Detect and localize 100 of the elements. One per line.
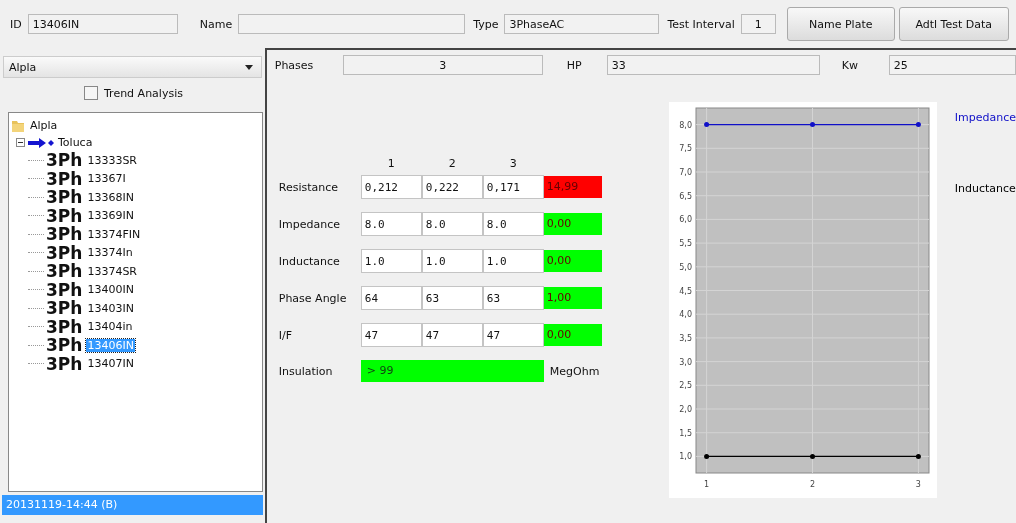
row-label: I/F <box>278 328 294 342</box>
tree-item[interactable]: 13367I <box>86 172 127 186</box>
phases-label: Phases <box>274 58 315 72</box>
deviation-cell: 0,00 <box>543 213 602 235</box>
y-tick-label: 6,0 <box>679 215 692 225</box>
hp-field: 33 <box>606 55 820 75</box>
site-dropdown[interactable]: Alpla <box>3 56 262 78</box>
data-point <box>809 122 815 128</box>
tree-item[interactable]: Toluca <box>57 136 94 149</box>
motor-type-label: 3Ph <box>46 318 83 335</box>
type-field[interactable]: 3PhaseAC <box>504 14 660 34</box>
tree-item[interactable]: 13374FIN <box>86 227 142 241</box>
value-field[interactable]: 8.0 <box>360 212 422 236</box>
y-tick-label: 3,5 <box>679 333 692 343</box>
column-heading: 1 <box>386 157 396 170</box>
folder-icon <box>11 118 25 133</box>
data-point <box>703 453 709 459</box>
y-tick-label: 3,0 <box>679 357 692 367</box>
legend-label: Impedance <box>954 111 1016 124</box>
row-label: Inductance <box>278 254 341 268</box>
motor-type-label: 3Ph <box>46 170 83 187</box>
y-tick-label: 2,5 <box>679 381 692 391</box>
motor-type-label: 3Ph <box>46 189 83 206</box>
tree-item[interactable]: 13403IN <box>86 301 135 315</box>
value-field[interactable]: 47 <box>482 323 544 347</box>
trend-analysis-checkbox[interactable] <box>84 86 98 100</box>
value-field[interactable]: 8.0 <box>482 212 544 236</box>
legend-label: Inductance <box>954 182 1016 195</box>
value-field[interactable]: 1.0 <box>360 249 422 273</box>
value-field[interactable]: 1.0 <box>421 249 483 273</box>
name-label: Name <box>199 17 233 31</box>
insulation-label: Insulation <box>278 364 334 378</box>
y-tick-label: 1,0 <box>679 452 692 462</box>
test-interval-field[interactable]: 1 <box>740 14 776 34</box>
type-label: Type <box>473 17 499 31</box>
value-field[interactable]: 0,222 <box>421 175 483 199</box>
kw-label: Kw <box>841 58 859 72</box>
value-field[interactable]: 47 <box>421 323 483 347</box>
data-point <box>915 122 921 128</box>
tree-item[interactable]: 13369IN <box>86 209 135 223</box>
value-field[interactable]: 47 <box>360 323 422 347</box>
x-tick-label: 3 <box>915 480 921 489</box>
motor-type-label: 3Ph <box>46 263 83 280</box>
y-tick-label: 8,0 <box>679 120 692 130</box>
unit-label: MegOhm <box>548 364 601 378</box>
data-point <box>703 122 709 128</box>
value-field[interactable]: 0,212 <box>360 175 422 199</box>
row-label: Resistance <box>278 180 340 194</box>
value-field[interactable]: 63 <box>482 286 544 310</box>
tree-item[interactable]: 13407IN <box>86 357 135 371</box>
value-field[interactable]: 1.0 <box>482 249 544 273</box>
toolbar-button[interactable]: Adtl Test Data <box>898 7 1009 41</box>
kw-field: 25 <box>888 55 1016 75</box>
y-tick-label: 2,0 <box>679 405 692 414</box>
column-heading: 2 <box>447 157 457 170</box>
id-field[interactable]: 13406IN <box>27 14 178 34</box>
tree-item[interactable]: 13400IN <box>86 283 135 297</box>
value-field[interactable]: 63 <box>421 286 483 310</box>
x-tick-label: 2 <box>809 480 815 489</box>
tree-item[interactable]: 13333SR <box>86 153 138 167</box>
y-tick-label: 7,5 <box>679 144 692 154</box>
motor-type-label: 3Ph <box>46 207 83 224</box>
row-label: Impedance <box>278 217 341 231</box>
y-tick-label: 4,5 <box>679 286 692 296</box>
name-field[interactable] <box>238 14 466 34</box>
y-tick-label: 5,5 <box>679 239 692 249</box>
motor-type-label: 3Ph <box>46 355 83 372</box>
motor-type-label: 3Ph <box>46 244 83 261</box>
toolbar-button[interactable]: Name Plate <box>786 7 895 41</box>
motor-type-label: 3Ph <box>46 300 83 317</box>
tree-item[interactable]: Alpla <box>29 119 59 132</box>
value-field[interactable]: 8.0 <box>421 212 483 236</box>
dropdown-arrow-icon <box>244 64 253 70</box>
arrow-icon <box>28 137 54 148</box>
motor-type-label: 3Ph <box>46 281 83 298</box>
hp-label: HP <box>566 58 583 72</box>
collapse-icon[interactable] <box>16 138 25 147</box>
motor-type-label: 3Ph <box>46 152 83 169</box>
test-interval-label: Test Interval <box>667 17 735 31</box>
value-field[interactable]: 64 <box>360 286 422 310</box>
y-tick-label: 5,0 <box>679 262 692 272</box>
tree-item[interactable]: 13368IN <box>86 190 135 204</box>
tree-item[interactable]: 13404in <box>86 320 134 334</box>
insulation-value: > 99 <box>360 360 544 382</box>
y-tick-label: 6,5 <box>679 191 692 201</box>
value-field[interactable]: 0,171 <box>482 175 544 199</box>
data-point <box>809 453 815 459</box>
x-tick-label: 1 <box>703 480 709 489</box>
tree-item[interactable]: 13374SR <box>86 264 138 278</box>
y-tick-label: 1,5 <box>679 428 692 438</box>
trend-analysis-label: Trend Analysis <box>104 86 183 100</box>
deviation-cell: 0,00 <box>543 324 602 346</box>
data-point <box>915 453 921 459</box>
tree-item[interactable]: 13374In <box>86 246 134 260</box>
phases-field: 3 <box>342 55 543 75</box>
motor-type-label: 3Ph <box>46 226 83 243</box>
y-tick-label: 4,0 <box>679 310 692 320</box>
y-tick-label: 7,0 <box>679 168 692 177</box>
deviation-cell: 1,00 <box>543 287 602 309</box>
id-label: ID <box>10 17 22 31</box>
